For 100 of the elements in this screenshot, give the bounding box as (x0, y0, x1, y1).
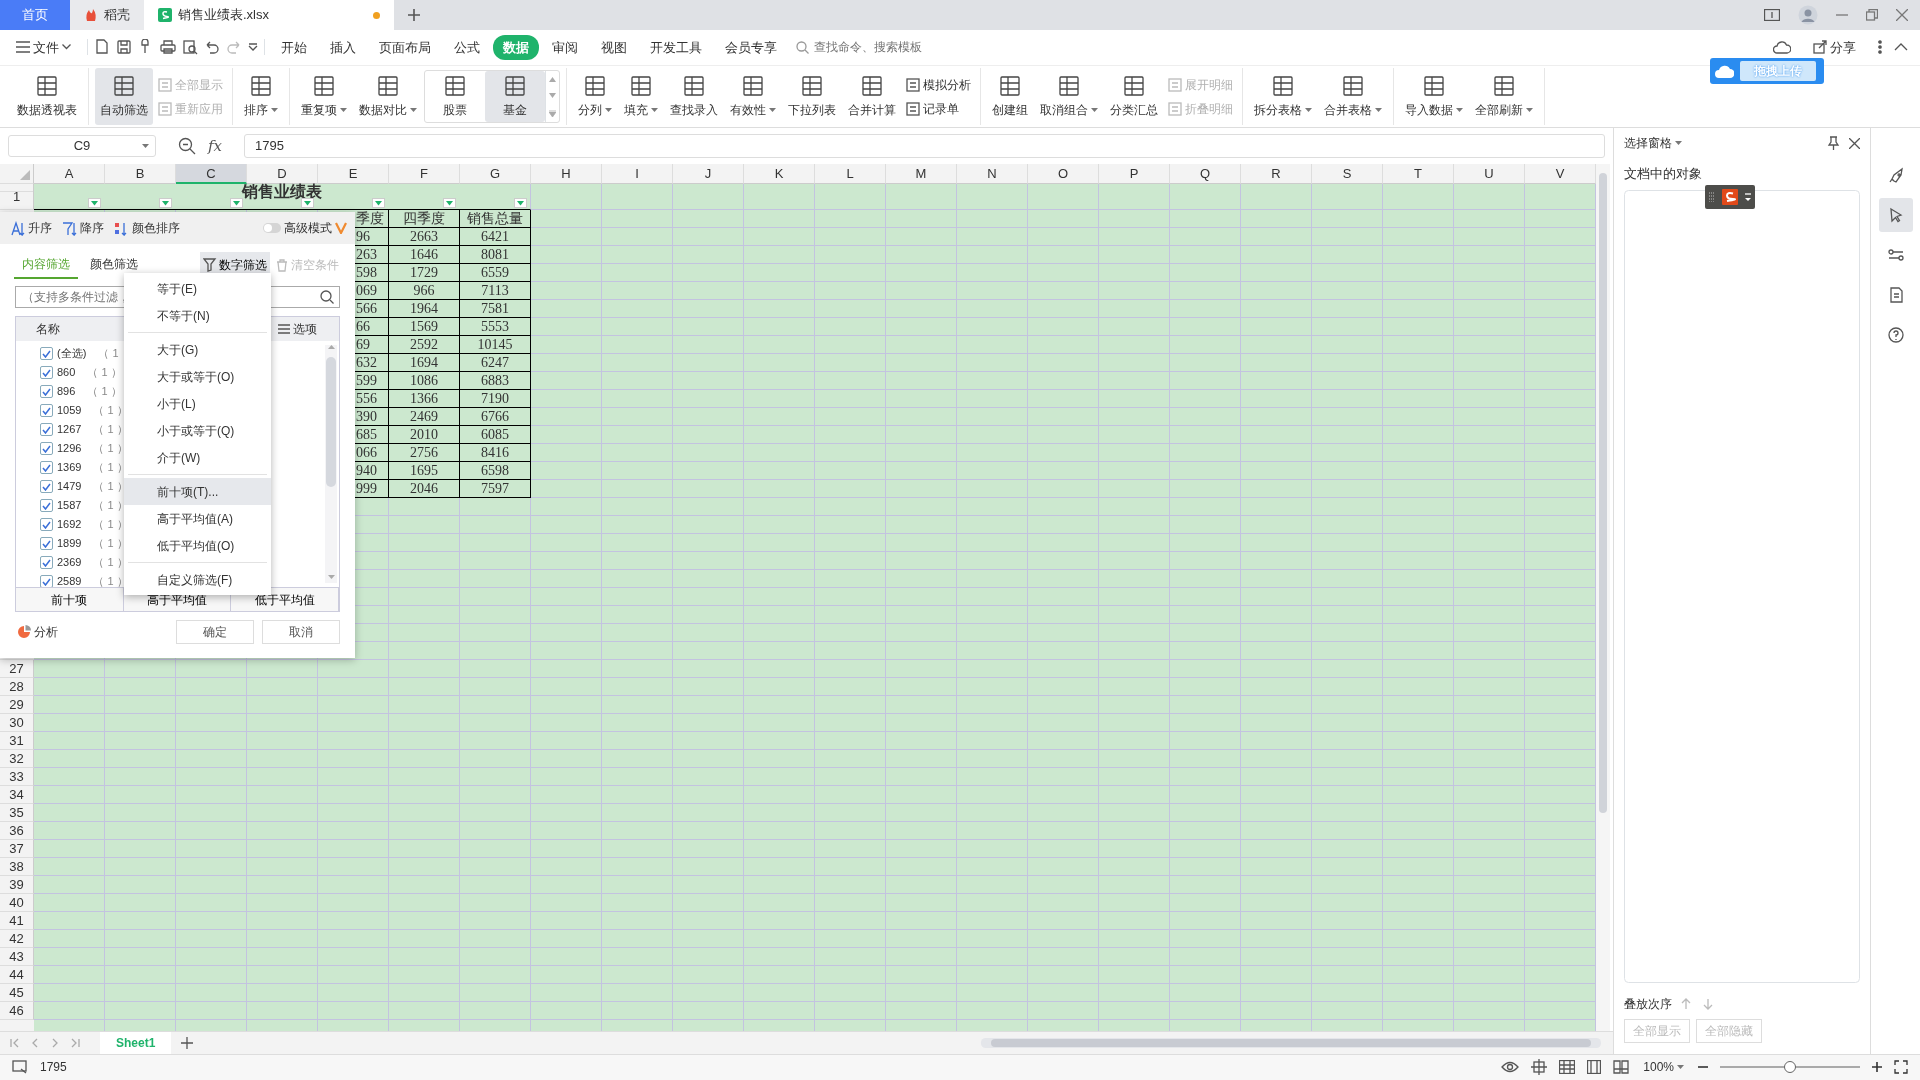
slider-thumb[interactable] (1784, 1061, 1796, 1074)
column-header[interactable]: Q (1170, 164, 1241, 185)
menu-item[interactable]: 大于或等于(O) (124, 363, 271, 391)
row-header[interactable]: 41 (0, 912, 34, 931)
row-header[interactable]: 27 (0, 660, 34, 679)
row-header[interactable]: 28 (0, 678, 34, 697)
document-tab[interactable]: 首页 (0, 0, 70, 30)
checkbox[interactable] (40, 518, 53, 532)
row-header[interactable]: 39 (0, 876, 34, 895)
checkbox[interactable] (40, 385, 53, 399)
file-menu[interactable]: 文件 (6, 34, 81, 61)
row-header[interactable]: 43 (0, 948, 34, 967)
normal-view-icon[interactable] (1559, 1060, 1576, 1075)
ok-button[interactable]: 确定 (176, 620, 254, 645)
column-header[interactable]: I (602, 164, 673, 185)
row-header[interactable]: 42 (0, 930, 34, 949)
checkbox[interactable] (40, 537, 53, 551)
column-header[interactable]: K (744, 164, 815, 185)
row-header[interactable]: 35 (0, 804, 34, 823)
gallery-item[interactable]: 股票 (425, 70, 485, 123)
document-tab[interactable]: 稻壳 (70, 0, 144, 30)
column-header[interactable]: A (34, 164, 105, 185)
ribbon-button[interactable]: 分列 (573, 67, 617, 126)
collapse-icon[interactable] (1894, 43, 1908, 52)
menu-tab[interactable]: 开发工具 (640, 34, 712, 61)
save-icon[interactable] (116, 39, 132, 56)
menu-tab[interactable]: 公式 (444, 34, 490, 61)
row-header[interactable]: 45 (0, 984, 34, 1003)
search-icon[interactable] (320, 290, 334, 305)
column-header[interactable]: P (1099, 164, 1170, 185)
menu-tab[interactable]: 插入 (320, 34, 366, 61)
menu-item[interactable]: 大于(G) (124, 336, 271, 364)
filter-dropdown-button[interactable] (443, 198, 456, 209)
vertical-scrollbar[interactable] (1596, 164, 1610, 1031)
checkbox[interactable] (40, 499, 53, 513)
checkbox[interactable] (40, 442, 53, 456)
menu-item[interactable]: 不等于(N) (124, 302, 271, 330)
name-box[interactable]: C9 (8, 135, 156, 158)
ribbon-button[interactable]: 取消组合 (1035, 67, 1103, 126)
restore-icon[interactable] (1866, 9, 1878, 21)
menu-tab[interactable]: 审阅 (542, 34, 588, 61)
ribbon-button[interactable]: 查找录入 (665, 67, 723, 126)
window-number-icon[interactable] (1764, 9, 1780, 21)
ribbon-button[interactable]: 重复项 (296, 67, 352, 126)
column-header[interactable]: G (460, 164, 531, 185)
zoom-level-button[interactable]: 100% (1641, 1058, 1686, 1077)
column-header[interactable]: E (318, 164, 389, 185)
ribbon-button[interactable]: 数据对比 (354, 67, 422, 126)
ribbon-button[interactable]: 模拟分析 (903, 75, 974, 94)
row-header[interactable]: 37 (0, 840, 34, 859)
new-document-icon[interactable] (94, 39, 110, 56)
column-header[interactable]: H (531, 164, 602, 185)
filter-dropdown-button[interactable] (230, 198, 243, 209)
ribbon-button[interactable]: 下拉列表 (783, 67, 841, 126)
page-layout-icon[interactable] (1587, 1060, 1602, 1075)
toggle-switch[interactable] (263, 223, 281, 234)
more-icon[interactable] (1878, 40, 1882, 55)
list-scrollbar[interactable] (325, 345, 337, 584)
column-header[interactable]: S (1312, 164, 1383, 185)
ribbon-button[interactable]: 全部刷新 (1470, 67, 1538, 126)
row-header[interactable]: 30 (0, 714, 34, 733)
ribbon-button[interactable]: 记录单 (903, 99, 974, 118)
row-header[interactable]: 36 (0, 822, 34, 841)
row-header[interactable]: 38 (0, 858, 34, 877)
scroll-thumb[interactable] (1599, 173, 1607, 814)
cancel-button[interactable]: 取消 (262, 620, 340, 645)
zoom-icon[interactable] (178, 137, 196, 156)
analysis-button[interactable]: 分析 (15, 623, 60, 642)
column-header[interactable]: C (176, 164, 247, 185)
quick-filter-button[interactable]: 前十项 (16, 587, 124, 612)
menu-tab[interactable]: 视图 (591, 34, 637, 61)
menu-item[interactable]: 前十项(T)... (124, 478, 271, 506)
plus-icon[interactable] (181, 1036, 194, 1049)
checkbox[interactable] (40, 423, 53, 437)
filter-dropdown-button[interactable] (514, 198, 527, 209)
checkbox[interactable] (40, 556, 53, 570)
sort-button[interactable]: 升序 (8, 219, 54, 238)
ribbon-button[interactable]: 排序 (239, 67, 283, 126)
options-button[interactable]: 选项 (276, 320, 319, 339)
filter-dropdown-button[interactable] (301, 198, 314, 209)
filter-dropdown-button[interactable] (88, 198, 101, 209)
checkbox[interactable] (40, 366, 53, 380)
horizontal-scrollbar[interactable] (981, 1037, 1601, 1048)
ribbon-button[interactable]: 自动筛选 (95, 67, 153, 126)
row-header[interactable]: 44 (0, 966, 34, 985)
ribbon-button[interactable]: 合并表格 (1319, 67, 1387, 126)
function-button[interactable]: fx (208, 134, 222, 158)
eye-icon[interactable] (1501, 1061, 1520, 1074)
ribbon-button[interactable]: 分类汇总 (1105, 67, 1163, 126)
column-header[interactable]: L (815, 164, 886, 185)
cloud-icon[interactable] (1773, 40, 1791, 55)
pin-icon[interactable] (1827, 136, 1840, 151)
document-tab[interactable]: 销售业绩表.xlsx (144, 0, 394, 30)
column-header[interactable]: V (1525, 164, 1596, 185)
ribbon-button[interactable]: 合并计算 (843, 67, 901, 126)
customize-icon[interactable] (248, 43, 258, 52)
fullscreen-icon[interactable] (1894, 1060, 1908, 1075)
filter-dropdown-button[interactable] (372, 198, 385, 209)
ribbon-button[interactable]: 创建组 (987, 67, 1033, 126)
column-header[interactable]: J (673, 164, 744, 185)
